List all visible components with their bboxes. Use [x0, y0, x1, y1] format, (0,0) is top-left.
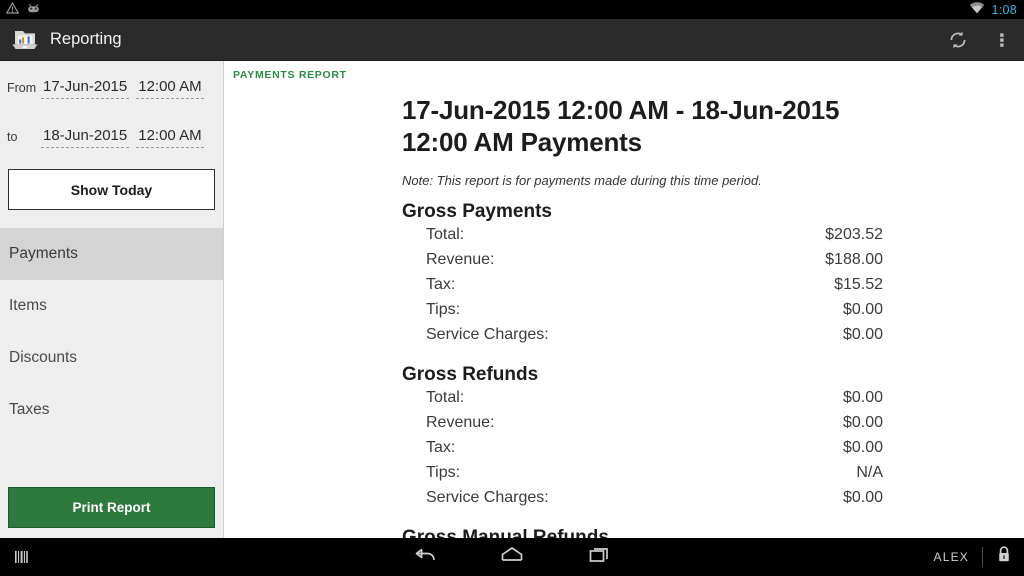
reporting-chart-logo-icon — [10, 27, 40, 53]
report-title: 17-Jun-2015 12:00 AM - 18-Jun-2015 12:00… — [402, 95, 840, 157]
row-value: $0.00 — [842, 389, 883, 407]
android-bug-icon — [26, 1, 41, 19]
to-time-field[interactable]: 12:00 AM — [136, 126, 204, 148]
row-label: Service Charges: — [426, 326, 549, 344]
report-row: Tips: $0.00 — [402, 301, 883, 326]
row-label: Tips: — [426, 464, 461, 482]
warning-triangle-icon — [5, 1, 20, 19]
row-label: Total: — [426, 389, 465, 407]
status-bar-clock: 1:08 — [991, 2, 1017, 17]
row-label: Tips: — [426, 301, 461, 319]
report-row: Service Charges: $0.00 — [402, 489, 883, 514]
report-body: 17-Jun-2015 12:00 AM - 18-Jun-2015 12:00… — [225, 81, 1024, 538]
report-content: PAYMENTS REPORT 17-Jun-2015 12:00 AM - 1… — [225, 61, 1024, 538]
row-value: $0.00 — [842, 301, 883, 319]
row-value: $0.00 — [842, 414, 883, 432]
to-label: to — [7, 130, 18, 144]
app-bar-title: Reporting — [50, 30, 122, 48]
app-bar: Reporting — [0, 19, 1024, 61]
row-label: Total: — [426, 226, 465, 244]
overflow-menu-icon[interactable] — [980, 19, 1024, 61]
back-icon[interactable] — [413, 545, 437, 570]
row-value: $0.00 — [842, 326, 883, 344]
row-value: $203.52 — [825, 226, 883, 244]
from-date-field[interactable]: 17-Jun-2015 — [41, 77, 130, 99]
section-rows-gross-payments: Total: $203.52 Revenue: $188.00 Tax: $15… — [402, 226, 883, 351]
lock-icon[interactable] — [996, 545, 1012, 570]
report-row: Tax: $15.52 — [402, 276, 883, 301]
navigation-buttons — [0, 538, 1024, 576]
home-icon[interactable] — [499, 545, 525, 570]
from-time-field[interactable]: 12:00 AM — [136, 77, 204, 99]
report-nav-list: Payments Items Discounts Taxes — [0, 228, 223, 436]
report-row: Service Charges: $0.00 — [402, 326, 883, 351]
section-heading-gross-refunds: Gross Refunds — [402, 364, 539, 386]
row-label: Revenue: — [426, 251, 495, 269]
wifi-icon — [969, 1, 985, 19]
status-bar-left-icons — [0, 1, 41, 19]
android-status-bar: 1:08 — [0, 0, 1024, 19]
date-range-from-row: From 17-Jun-2015 12:00 AM — [0, 70, 223, 106]
report-note: Note: This report is for payments made d… — [402, 173, 762, 189]
report-kicker: PAYMENTS REPORT — [233, 69, 347, 81]
app-bar-actions — [936, 19, 1024, 61]
date-range-to-row: to 18-Jun-2015 12:00 AM — [0, 119, 223, 155]
nav-divider — [982, 547, 983, 567]
sidebar-item-discounts[interactable]: Discounts — [0, 332, 223, 384]
current-user-label[interactable]: ALEX — [934, 550, 970, 564]
report-row: Total: $0.00 — [402, 389, 883, 414]
row-label: Revenue: — [426, 414, 495, 432]
row-value: N/A — [856, 464, 883, 482]
sidebar: From 17-Jun-2015 12:00 AM to 18-Jun-2015… — [0, 61, 224, 538]
row-label: Tax: — [426, 276, 456, 294]
report-row: Tax: $0.00 — [402, 439, 883, 464]
barcode-scanner-icon[interactable] — [0, 549, 40, 565]
sidebar-item-items[interactable]: Items — [0, 280, 223, 332]
report-row: Total: $203.52 — [402, 226, 883, 251]
row-value: $15.52 — [834, 276, 883, 294]
row-value: $0.00 — [842, 489, 883, 507]
to-date-field[interactable]: 18-Jun-2015 — [41, 126, 130, 148]
sidebar-item-taxes[interactable]: Taxes — [0, 384, 223, 436]
report-row: Revenue: $188.00 — [402, 251, 883, 276]
section-heading-gross-manual-refunds: Gross Manual Refunds — [402, 527, 609, 538]
status-bar-right-icons: 1:08 — [969, 1, 1024, 19]
row-value: $0.00 — [842, 439, 883, 457]
report-row: Revenue: $0.00 — [402, 414, 883, 439]
show-today-button[interactable]: Show Today — [8, 169, 215, 210]
report-row: Tips: N/A — [402, 464, 883, 489]
print-report-button[interactable]: Print Report — [8, 487, 215, 528]
navigation-bar-right: ALEX — [934, 545, 1024, 570]
android-navigation-bar: ALEX — [0, 538, 1024, 576]
recents-icon[interactable] — [587, 545, 611, 570]
from-label: From — [7, 81, 37, 95]
sidebar-item-payments[interactable]: Payments — [0, 228, 223, 280]
section-rows-gross-refunds: Total: $0.00 Revenue: $0.00 Tax: $0.00 T… — [402, 389, 883, 514]
app-root: 1:08 Reporting From 17-Jun-2015 12:00 AM… — [0, 0, 1024, 576]
row-value: $188.00 — [825, 251, 883, 269]
section-heading-gross-payments: Gross Payments — [402, 201, 552, 223]
row-label: Service Charges: — [426, 489, 549, 507]
refresh-icon[interactable] — [936, 19, 980, 61]
row-label: Tax: — [426, 439, 456, 457]
